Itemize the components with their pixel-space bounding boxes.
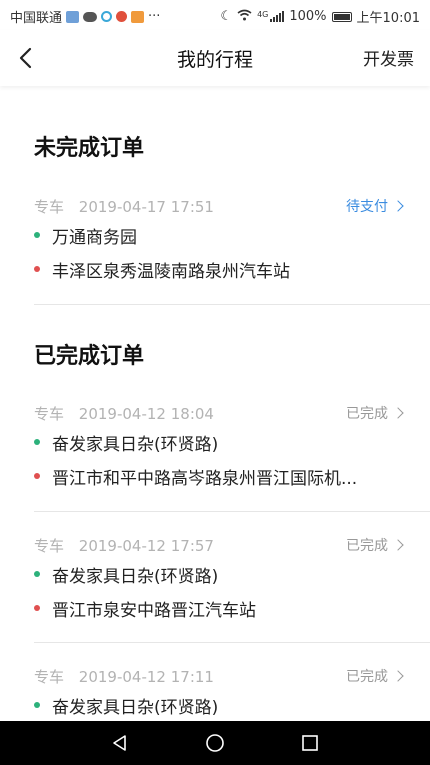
divider [34,304,430,305]
order-type: 专车 [34,198,65,216]
order-type: 专车 [34,405,65,423]
dropoff-stop: 晋江市泉安中路晋江汽车站 [34,591,402,625]
pickup-address: 万通商务园 [52,227,137,248]
order-type: 专车 [34,668,65,686]
status-bar: 中国联通 ··· ☾ 4G 100% 上午10:01 [0,0,430,30]
system-nav-bar [0,721,430,765]
end-dot-icon [34,473,40,479]
end-dot-icon [34,605,40,611]
order-card[interactable]: 专车 2019-04-12 18:04 已完成 奋发家具日杂(环贤路) 晋江市和… [34,403,404,493]
order-time: 2019-04-12 17:11 [78,668,214,686]
dropoff-address: 晋江市泉安中路晋江汽车站 [52,600,256,621]
pickup-address: 奋发家具日杂(环贤路) [52,434,219,455]
order-status[interactable]: 已完成 [346,403,404,423]
chevron-right-icon [392,670,404,682]
order-card[interactable]: 专车 2019-04-17 17:51 待支付 万通商务园 丰泽区泉秀温陵南路泉… [34,196,404,286]
order-header: 专车 2019-04-12 17:11 已完成 [34,666,404,688]
order-time: 2019-04-17 17:51 [78,198,214,216]
nav-back-button[interactable] [90,721,150,765]
message-icon [66,10,80,23]
carrier-label: 中国联通 [10,11,63,26]
app-icon [101,11,113,22]
order-status-label: 待支付 [346,199,388,215]
order-time: 2019-04-12 18:04 [78,405,214,423]
more-notifications: ··· [148,9,161,24]
chevron-right-icon [392,200,404,212]
pickup-address: 奋发家具日杂(环贤路) [52,566,219,587]
order-header: 专车 2019-04-12 18:04 已完成 [34,403,404,425]
start-dot-icon [34,232,40,238]
nav-back-icon [113,735,126,751]
order-card[interactable]: 专车 2019-04-12 17:11 已完成 奋发家具日杂(环贤路) [34,666,404,722]
divider [34,642,430,643]
start-dot-icon [34,702,40,708]
app-icon [131,10,145,23]
moon-icon: ☾ [220,9,233,24]
order-header: 专车 2019-04-12 17:57 已完成 [34,535,404,557]
dropoff-address: 丰泽区泉秀温陵南路泉州汽车站 [52,261,290,282]
order-status[interactable]: 已完成 [346,535,404,555]
nav-home-icon [206,734,224,752]
pickup-stop: 奋发家具日杂(环贤路) [34,425,402,459]
pickup-stop: 万通商务园 [34,218,402,252]
start-dot-icon [34,439,40,445]
order-header: 专车 2019-04-17 17:51 待支付 [34,196,404,218]
wifi-icon [237,9,252,25]
trip-list: 未完成订单 专车 2019-04-17 17:51 待支付 万通商务园 丰泽区泉… [0,86,430,726]
invoice-button[interactable]: 开发票 [363,45,414,70]
wechat-icon [83,11,98,22]
order-card[interactable]: 专车 2019-04-12 17:57 已完成 奋发家具日杂(环贤路) 晋江市泉… [34,535,404,625]
status-left: 中国联通 ··· [10,7,160,26]
network-type: 4G [257,10,269,19]
pickup-address: 奋发家具日杂(环贤路) [52,697,219,718]
signal-icon: 4G [257,10,285,22]
nav-recent-button[interactable] [280,721,340,765]
order-status[interactable]: 待支付 [346,196,404,216]
divider [34,511,430,512]
complete-orders-title: 已完成订单 [34,344,145,369]
dropoff-stop: 丰泽区泉秀温陵南路泉州汽车站 [34,252,402,286]
pickup-stop: 奋发家具日杂(环贤路) [34,557,402,591]
order-status-label: 已完成 [346,538,388,554]
status-right: ☾ 4G 100% 上午10:01 [220,7,420,26]
app-icon [116,11,128,22]
order-status[interactable]: 已完成 [346,666,404,686]
start-dot-icon [34,571,40,577]
dropoff-address: 晋江市和平中路高岑路泉州晋江国际机... [52,468,358,489]
app-header: 我的行程 开发票 [0,30,430,86]
clock: 上午10:01 [356,11,420,26]
nav-home-button[interactable] [185,721,245,765]
battery-icon [331,11,352,22]
end-dot-icon [34,266,40,272]
order-status-label: 已完成 [346,406,388,422]
pickup-stop: 奋发家具日杂(环贤路) [34,688,402,722]
chevron-right-icon [392,539,404,551]
battery-percent: 100% [289,9,327,24]
order-status-label: 已完成 [346,669,388,685]
order-time: 2019-04-12 17:57 [78,537,214,555]
chevron-right-icon [392,407,404,419]
incomplete-orders-title: 未完成订单 [34,136,145,161]
nav-recent-icon [302,735,318,751]
dropoff-stop: 晋江市和平中路高岑路泉州晋江国际机... [34,459,402,493]
order-type: 专车 [34,537,65,555]
